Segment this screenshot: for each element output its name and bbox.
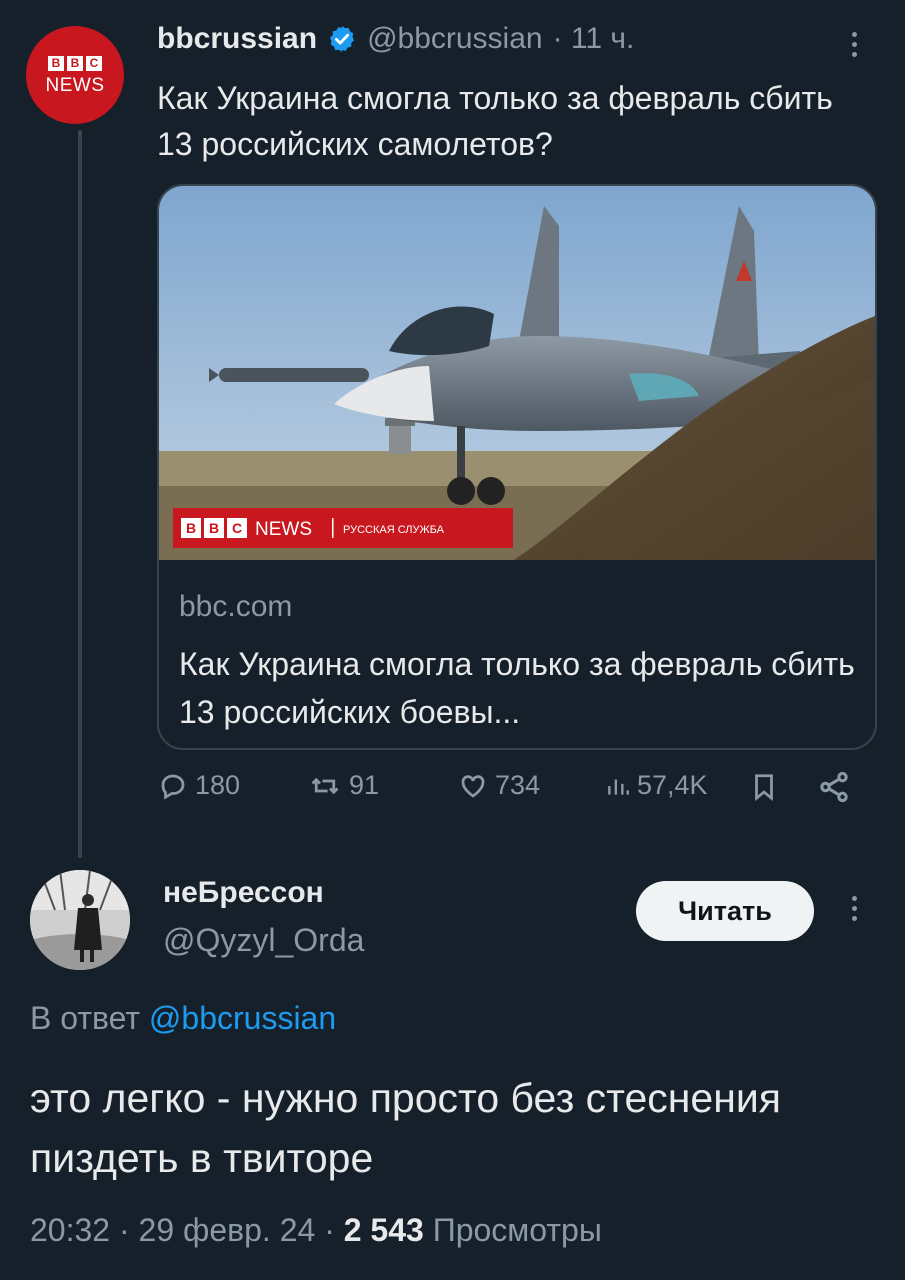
reply-to-handle-link[interactable]: @bbcrussian (149, 1000, 336, 1036)
reply-display-name[interactable]: неБрессон (163, 876, 324, 910)
parent-tweet-text: Как Украина смогла только за февраль сби… (157, 80, 833, 162)
bbc-news-word: NEWS (45, 74, 105, 96)
avatar-photo (30, 870, 130, 970)
bookmark-action[interactable] (749, 770, 779, 804)
svg-text:B: B (209, 520, 219, 536)
share-icon (820, 771, 848, 803)
banner-brand: NEWS (255, 519, 312, 540)
retweet-action[interactable]: 91 (307, 770, 379, 801)
banner-service: РУССКАЯ СЛУЖБА (343, 524, 445, 536)
share-action[interactable] (817, 770, 851, 804)
retweet-icon (311, 777, 339, 794)
card-domain: bbc.com (179, 590, 293, 623)
reply-count: 180 (195, 770, 241, 800)
bbc-block-1: B (48, 55, 64, 71)
like-action[interactable]: 734 (457, 770, 540, 801)
verified-badge-icon (330, 25, 355, 53)
reply-handle[interactable]: @Qyzyl_Orda (163, 922, 364, 959)
bbc-logo-blocks: B B C (48, 55, 102, 71)
like-count: 734 (495, 770, 541, 800)
reply-timestamp[interactable]: 20:32 · 29 февр. 24 · (30, 1212, 335, 1248)
fighter-jet-photo: B B C NEWS РУССКАЯ СЛУЖБА (159, 186, 875, 560)
reply-to-line: В ответ @bbcrussian (30, 1000, 336, 1037)
card-title: Как Украина смогла только за февраль сби… (179, 646, 855, 730)
analytics-icon (608, 779, 629, 795)
reply-action[interactable]: 180 (157, 770, 240, 801)
bbc-block-2: B (67, 55, 83, 71)
reply-meta: 20:32 · 29 февр. 24 · 2 543 Просмотры (30, 1212, 602, 1249)
svg-text:C: C (232, 520, 242, 536)
reply-views-count: 2 543 (343, 1212, 424, 1248)
bbc-block-3: C (86, 55, 102, 71)
more-options-icon[interactable] (852, 32, 857, 57)
parent-tweet-header: bbcrussian @bbcrussian · 11 ч. (157, 22, 634, 56)
bookmark-icon (755, 774, 773, 802)
views-count: 57,4K (637, 770, 708, 800)
retweet-count: 91 (349, 770, 380, 800)
views-action[interactable]: 57,4K (605, 770, 708, 801)
follow-button[interactable]: Читать (636, 881, 814, 941)
heart-icon (461, 774, 485, 798)
tweet-actions-bar: 180 91 734 57,4K (157, 770, 877, 820)
parent-timestamp[interactable]: · 11 ч. (553, 22, 635, 56)
link-preview-card[interactable]: B B C NEWS РУССКАЯ СЛУЖБА bbc.com Как Ук… (157, 184, 877, 750)
reply-tweet-text: это легко - нужно просто без стеснения п… (30, 1075, 781, 1181)
parent-display-name[interactable]: bbcrussian (157, 22, 317, 56)
svg-text:B: B (186, 520, 196, 536)
reply-icon (161, 774, 185, 800)
bbc-news-avatar[interactable]: B B C NEWS (26, 26, 124, 124)
parent-handle[interactable]: @bbcrussian (367, 22, 543, 56)
reply-views-label: Просмотры (432, 1212, 602, 1248)
user-avatar[interactable] (30, 870, 130, 970)
reply-to-prefix: В ответ (30, 1000, 141, 1036)
bbc-banner: B B C NEWS РУССКАЯ СЛУЖБА (173, 508, 513, 548)
reply-more-options-icon[interactable] (852, 896, 857, 921)
thread-connector-line (78, 130, 82, 858)
